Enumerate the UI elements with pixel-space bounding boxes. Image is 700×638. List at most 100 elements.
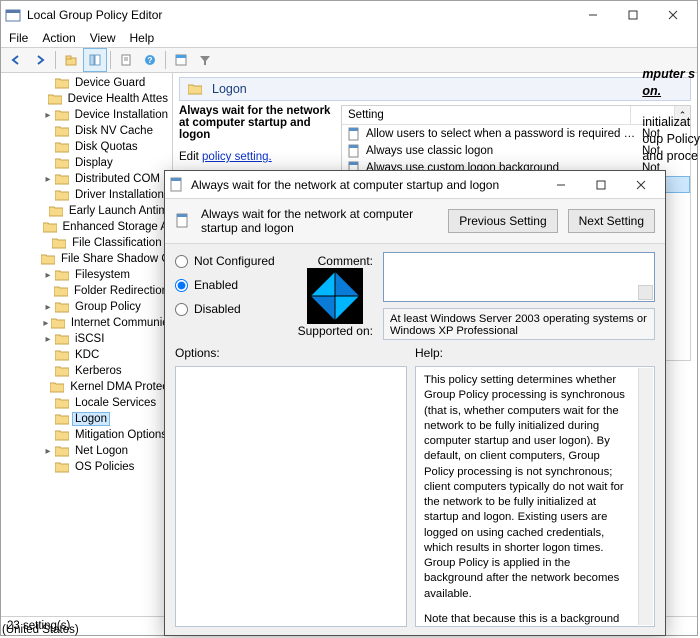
tree-item-label: Filesystem [73, 269, 132, 281]
radio-not-configured[interactable]: Not Configured [175, 254, 287, 268]
tree-item[interactable]: ▸ Group Policy [1, 299, 172, 315]
folder-icon [54, 285, 68, 297]
previous-setting-button[interactable]: Previous Setting [448, 209, 557, 233]
tree-item-label: Group Policy [73, 301, 143, 313]
folder-icon [55, 301, 69, 313]
tree-item-label: Enhanced Storage A [61, 221, 171, 233]
tree-view[interactable]: Device Guard Device Health Attes ▸ Device I… [1, 73, 173, 616]
back-button[interactable] [5, 49, 27, 71]
tree-item[interactable]: ▸Net Logon [1, 443, 172, 459]
expand-icon[interactable]: ▸ [41, 334, 55, 345]
tree-item[interactable]: Mitigation Options [1, 427, 172, 443]
tree-item[interactable]: ▸ Device Installation [1, 107, 172, 123]
tree-item[interactable]: Logon [1, 411, 172, 427]
folder-icon [41, 253, 55, 265]
expand-icon[interactable]: ▸ [41, 174, 55, 185]
next-setting-button[interactable]: Next Setting [568, 209, 655, 233]
radio-enabled[interactable]: Enabled [175, 278, 287, 292]
tree-item[interactable]: Disk Quotas [1, 139, 172, 155]
menu-help[interactable]: Help [130, 31, 155, 45]
tree-item-label: KDC [73, 349, 101, 361]
dialog-minimize-button[interactable] [541, 173, 581, 197]
tree-item[interactable]: ▸iSCSI [1, 331, 172, 347]
tree-item[interactable]: Kernel DMA Protec [1, 379, 172, 395]
tree-item-label: Device Health Attes [66, 93, 170, 105]
comment-field[interactable] [383, 252, 655, 302]
folder-icon [55, 333, 69, 345]
filter-button[interactable] [194, 49, 216, 71]
tree-item-label: Disk NV Cache [73, 125, 155, 137]
help-box[interactable]: This policy setting determines whether G… [415, 366, 655, 627]
folder-icon [55, 77, 69, 89]
tree-item[interactable]: Kerberos [1, 363, 172, 379]
folder-icon [48, 93, 62, 105]
tree-item[interactable]: Enhanced Storage A [1, 219, 172, 235]
toggle-button[interactable] [170, 49, 192, 71]
menu-action[interactable]: Action [42, 31, 75, 45]
tree-item[interactable]: KDC [1, 347, 172, 363]
menu-file[interactable]: File [9, 31, 28, 45]
close-button[interactable] [653, 3, 693, 27]
tree-item[interactable]: ▸Internet Communic [1, 315, 172, 331]
folder-icon [55, 365, 69, 377]
list-item-text: Allow users to select when a password is… [366, 128, 638, 140]
resize-grip-icon[interactable] [638, 285, 653, 300]
properties-button[interactable] [115, 49, 137, 71]
column-setting[interactable]: Setting [342, 106, 630, 124]
tree-item[interactable]: Driver Installation [1, 187, 172, 203]
folder-icon [51, 317, 65, 329]
folder-icon [55, 189, 69, 201]
folder-icon [55, 109, 69, 121]
help-button[interactable]: ? [139, 49, 161, 71]
dialog-maximize-button[interactable] [581, 173, 621, 197]
expand-icon[interactable]: ▸ [41, 270, 55, 281]
tree-item[interactable]: File Share Shadow C [1, 251, 172, 267]
options-box[interactable] [175, 366, 407, 627]
tree-item[interactable]: Locale Services [1, 395, 172, 411]
forward-button[interactable] [29, 49, 51, 71]
folder-icon [55, 445, 69, 457]
expand-icon[interactable]: ▸ [41, 302, 55, 313]
policy-icon [346, 126, 362, 142]
tree-item-label: Device Installation [73, 109, 170, 121]
tree-item[interactable]: Early Launch Antim [1, 203, 172, 219]
tree-item[interactable]: Disk NV Cache [1, 123, 172, 139]
tree-item[interactable]: OS Policies [1, 459, 172, 475]
tree-item-label: Display [73, 157, 115, 169]
tree-item[interactable]: Device Guard [1, 75, 172, 91]
folder-icon [55, 413, 69, 425]
folder-icon [55, 397, 69, 409]
expand-icon[interactable]: ▸ [41, 318, 51, 329]
expand-icon[interactable]: ▸ [41, 110, 55, 121]
tree-item-label: File Share Shadow C [59, 253, 172, 265]
content-header: Logon [179, 77, 691, 101]
app-icon [5, 7, 21, 23]
tree-item[interactable]: ▸ Filesystem [1, 267, 172, 283]
tree-item[interactable]: Folder Redirection [1, 283, 172, 299]
up-button[interactable] [60, 49, 82, 71]
menu-view[interactable]: View [90, 31, 116, 45]
tree-item-label: Locale Services [73, 397, 158, 409]
policy-icon [175, 213, 191, 229]
dialog-subtitle: Always wait for the network at computer … [201, 207, 438, 235]
edit-policy-link[interactable]: policy setting. [202, 151, 272, 163]
windows-logo-icon [307, 268, 363, 324]
folder-icon [55, 349, 69, 361]
tree-item[interactable]: Device Health Attes [1, 91, 172, 107]
folder-icon [55, 461, 69, 473]
list-item[interactable]: Allow users to select when a password is… [342, 125, 690, 142]
maximize-button[interactable] [613, 3, 653, 27]
list-item[interactable]: Always use classic logonNot [342, 142, 690, 159]
scrollbar[interactable] [638, 368, 653, 625]
window-title: Local Group Policy Editor [21, 8, 573, 22]
minimize-button[interactable] [573, 3, 613, 27]
options-label: Options: [175, 346, 415, 360]
expand-icon[interactable]: ▸ [41, 446, 55, 457]
toolbar: ? [1, 47, 697, 73]
radio-disabled[interactable]: Disabled [175, 302, 287, 316]
tree-item[interactable]: ▸Distributed COM [1, 171, 172, 187]
dialog-close-button[interactable] [621, 173, 661, 197]
tree-item[interactable]: Display [1, 155, 172, 171]
show-hide-tree-button[interactable] [84, 49, 106, 71]
tree-item[interactable]: File Classification I [1, 235, 172, 251]
